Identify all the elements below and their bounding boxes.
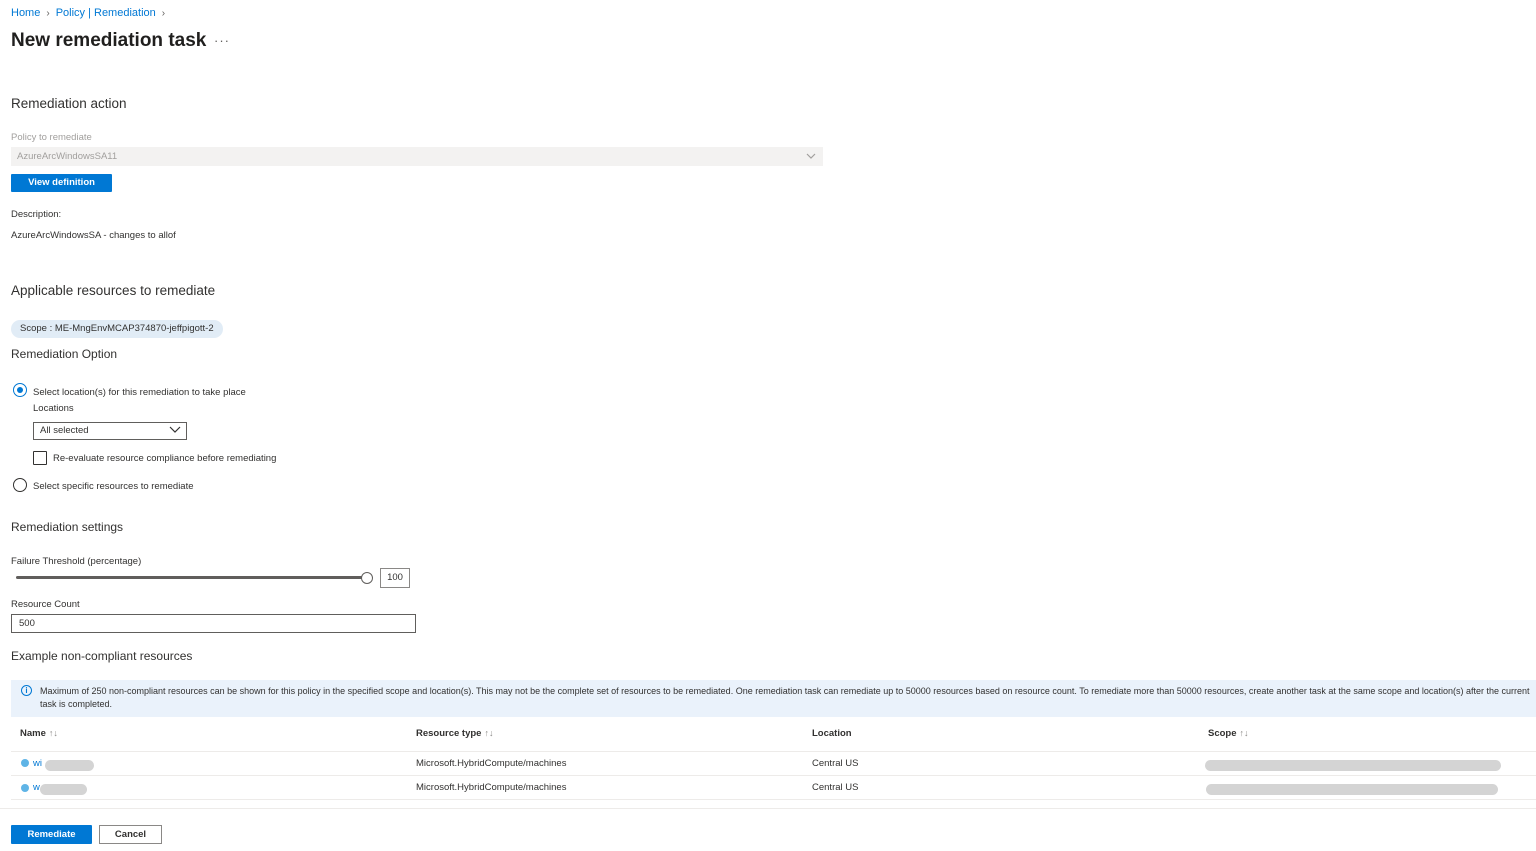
scope-pill: Scope : ME-MngEnvMCAP374870-jeffpigott-2	[11, 320, 223, 338]
applicable-resources-heading: Applicable resources to remediate	[11, 283, 216, 298]
resource-type-cell: Microsoft.HybridCompute/machines	[416, 782, 567, 793]
policy-dropdown[interactable]: AzureArcWindowsSA11	[11, 147, 823, 166]
table-row-divider	[11, 751, 1536, 752]
radio-select-specific-label: Select specific resources to remediate	[33, 481, 194, 492]
radio-select-specific[interactable]	[13, 478, 27, 492]
reevaluate-label: Re-evaluate resource compliance before r…	[53, 453, 277, 464]
more-options-icon[interactable]: ···	[214, 33, 230, 48]
description-value: AzureArcWindowsSA - changes to allof	[11, 230, 176, 241]
remediate-button[interactable]: Remediate	[11, 825, 92, 844]
redacted-name	[45, 760, 94, 771]
view-definition-button[interactable]: View definition	[11, 174, 112, 192]
remediation-action-heading: Remediation action	[11, 96, 127, 111]
table-row-divider	[11, 799, 1536, 800]
radio-select-locations[interactable]	[13, 383, 27, 397]
resource-name-link[interactable]: wi	[33, 758, 42, 769]
remediation-settings-heading: Remediation settings	[11, 520, 124, 534]
breadcrumb-home-link[interactable]: Home	[11, 7, 40, 19]
failure-threshold-value[interactable]: 100	[380, 568, 410, 588]
breadcrumb-policy-link[interactable]: Policy | Remediation	[56, 7, 156, 19]
resource-count-label: Resource Count	[11, 599, 80, 610]
failure-threshold-slider[interactable]	[16, 576, 367, 579]
column-header-name[interactable]: Name ↑↓	[20, 728, 58, 739]
example-resources-heading: Example non-compliant resources	[11, 649, 193, 663]
sort-icon: ↑↓	[1239, 728, 1249, 738]
failure-threshold-slider-thumb[interactable]	[361, 572, 373, 584]
chevron-right-icon: ›	[46, 7, 50, 19]
reevaluate-checkbox[interactable]	[33, 451, 47, 465]
location-cell: Central US	[812, 782, 859, 793]
locations-dropdown-value: All selected	[40, 425, 89, 436]
info-banner-text: Maximum of 250 non-compliant resources c…	[40, 686, 1530, 709]
sort-icon: ↑↓	[48, 728, 58, 738]
info-banner: i Maximum of 250 non-compliant resources…	[11, 680, 1536, 717]
column-header-scope[interactable]: Scope ↑↓	[1208, 728, 1249, 739]
chevron-down-icon	[169, 423, 181, 443]
redacted-name	[40, 784, 87, 795]
policy-label: Policy to remediate	[11, 132, 92, 143]
resource-count-input[interactable]: 500	[11, 614, 416, 633]
chevron-down-icon	[805, 150, 817, 162]
info-icon: i	[21, 685, 32, 696]
breadcrumb: Home › Policy | Remediation ›	[11, 7, 165, 19]
redacted-scope	[1205, 760, 1501, 771]
cancel-button[interactable]: Cancel	[99, 825, 162, 844]
location-cell: Central US	[812, 758, 859, 769]
footer-divider	[0, 808, 1536, 809]
page-title: New remediation task	[11, 30, 207, 51]
description-label: Description:	[11, 209, 62, 220]
policy-dropdown-value: AzureArcWindowsSA11	[17, 151, 118, 162]
table-row-divider	[11, 775, 1536, 776]
radio-select-locations-label: Select location(s) for this remediation …	[33, 387, 246, 398]
column-header-location: Location	[812, 728, 852, 739]
locations-label: Locations	[33, 403, 74, 414]
column-header-resource-type[interactable]: Resource type ↑↓	[416, 728, 493, 739]
chevron-right-icon: ›	[161, 7, 166, 19]
machine-icon	[21, 759, 29, 767]
resource-type-cell: Microsoft.HybridCompute/machines	[416, 758, 567, 769]
failure-threshold-label: Failure Threshold (percentage)	[11, 556, 142, 567]
sort-icon: ↑↓	[484, 728, 494, 738]
locations-dropdown[interactable]: All selected	[33, 422, 187, 440]
remediation-option-heading: Remediation Option	[11, 347, 118, 361]
resource-name-link[interactable]: w	[33, 782, 40, 793]
machine-icon	[21, 784, 29, 792]
redacted-scope	[1206, 784, 1498, 795]
